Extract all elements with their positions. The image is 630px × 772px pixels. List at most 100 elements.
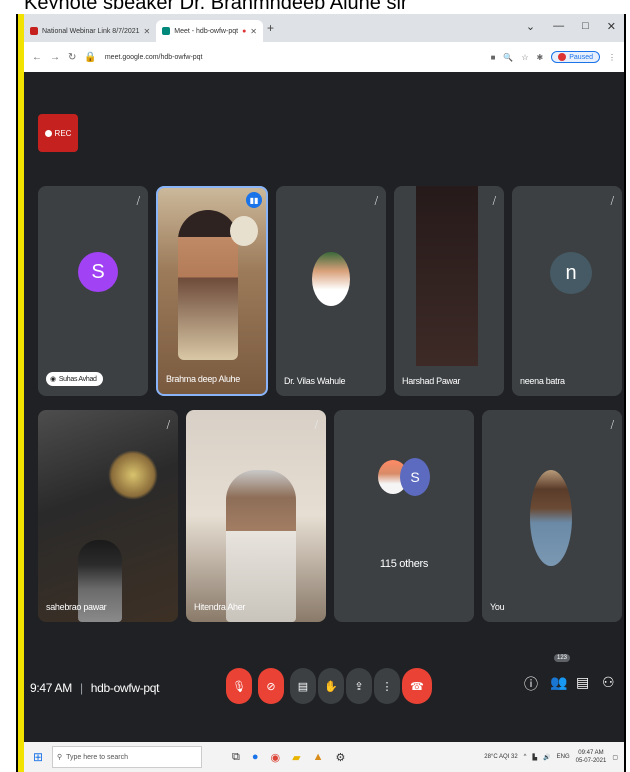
camera-toggle-button[interactable]: ⊘ xyxy=(258,668,284,704)
screen: National Webinar Link 8/7/2021 ✕ Meet - … xyxy=(24,14,624,772)
participant-tile-self[interactable]: ⧸ You xyxy=(482,410,622,622)
meeting-code: hdb-owfw-pqt xyxy=(90,681,160,695)
people-icon[interactable]: 👥 xyxy=(550,674,567,691)
recording-indicator: REC xyxy=(38,114,78,152)
browser-tab-bar: National Webinar Link 8/7/2021 ✕ Meet - … xyxy=(24,14,624,42)
mic-toggle-button[interactable]: 🎙 xyxy=(226,668,252,704)
task-view-icon[interactable]: ⧉ xyxy=(232,751,240,764)
window-controls: ⌄ — □ ✕ xyxy=(526,20,616,33)
avatar: S xyxy=(78,252,118,292)
pin-icon: ◉ xyxy=(50,376,56,383)
leave-call-button[interactable]: ☎ xyxy=(402,668,432,704)
wall-art-image xyxy=(108,450,158,500)
vlc-icon[interactable]: ▲ xyxy=(313,751,324,764)
language-indicator[interactable]: ENG xyxy=(557,754,570,760)
participants-overflow-tile[interactable]: S 115 others xyxy=(334,410,474,622)
taskbar-search[interactable]: ⚲ Type here to search xyxy=(52,746,202,768)
address-bar-actions: ■ 🔍 ☆ ✱ Paused ⋮ xyxy=(491,51,616,63)
search-icon: ⚲ xyxy=(57,754,63,761)
url-field[interactable]: meet.google.com/hdb-owfw-pqt xyxy=(105,54,483,61)
menu-icon[interactable]: ⋮ xyxy=(608,53,616,62)
present-button[interactable]: ⇪ xyxy=(346,668,372,704)
participant-name: ◉ Suhas Avhad xyxy=(46,372,103,386)
close-icon[interactable]: ✕ xyxy=(250,27,257,36)
minimize-button[interactable]: — xyxy=(553,20,564,33)
tab-webinar-link[interactable]: National Webinar Link 8/7/2021 ✕ xyxy=(24,20,156,42)
participant-name: Harshad Pawar xyxy=(402,376,461,386)
more-options-button[interactable]: ⋮ xyxy=(374,668,400,704)
taskbar-apps: ⧉ ● ◉ ▰ ▲ ⚙ xyxy=(232,751,345,764)
present-icon: ⇪ xyxy=(354,680,364,693)
avatar: S xyxy=(400,458,430,496)
record-dot-icon xyxy=(44,129,52,137)
image-caption: Keynote speaker Dr. Brahmhdeep Aluhe sir xyxy=(0,0,630,9)
participant-name: neena batra xyxy=(520,376,565,386)
more-vert-icon: ⋮ xyxy=(381,680,393,693)
reload-icon[interactable]: ↻ xyxy=(68,52,76,63)
zoom-icon[interactable]: 🔍 xyxy=(503,53,513,62)
participant-tile[interactable]: ⧸ Harshad Pawar xyxy=(394,186,504,396)
system-tray: 28°C AQI 32 ^ ▙ 🔊 ENG 09:47 AM 05-07-202… xyxy=(484,749,624,765)
recording-dot-icon: ● xyxy=(242,27,247,35)
others-count-label: 115 others xyxy=(379,558,429,570)
chevron-down-icon[interactable]: ⌄ xyxy=(526,20,535,33)
separator: | xyxy=(79,681,83,695)
mic-off-icon: ⧸ xyxy=(136,196,140,207)
tab-meet[interactable]: Meet - hdb-owfw-pqt ● ✕ xyxy=(156,20,263,42)
participant-name-label: Suhas Avhad xyxy=(58,375,97,383)
meeting-details: 9:47 AM | hdb-owfw-pqt xyxy=(30,681,160,695)
participant-tile-speaking[interactable]: ▮▮ Brahma deep Aluhe xyxy=(156,186,268,396)
participant-tile[interactable]: ⧸ sahebrao pawar xyxy=(38,410,178,622)
windows-taskbar: ⊞ ⚲ Type here to search ⧉ ● ◉ ▰ ▲ ⚙ 28°C… xyxy=(24,742,624,772)
info-icon[interactable]: ⓘ xyxy=(524,674,538,694)
hangup-icon: ☎ xyxy=(410,680,424,693)
weather-status[interactable]: 28°C AQI 32 xyxy=(484,754,517,760)
star-icon[interactable]: ☆ xyxy=(521,53,528,62)
people-count-badge: 123 xyxy=(554,654,571,662)
participant-tile[interactable]: ⧸ S ◉ Suhas Avhad xyxy=(38,186,148,396)
chrome-icon[interactable]: ◉ xyxy=(271,751,281,764)
paused-label: Paused xyxy=(569,53,593,61)
address-bar: ← → ↻ 🔒 meet.google.com/hdb-owfw-pqt ■ 🔍… xyxy=(24,42,624,72)
participant-name: Hitendra Aher xyxy=(194,602,246,612)
chat-icon[interactable]: ▤ xyxy=(576,674,589,691)
hand-icon: ✋ xyxy=(324,680,338,693)
participant-name: You xyxy=(490,602,505,612)
participant-tile[interactable]: ⧸ Hitendra Aher xyxy=(186,410,326,622)
settings-gear-icon[interactable]: ⚙ xyxy=(335,751,345,764)
new-tab-button[interactable]: + xyxy=(267,21,274,35)
camera-off-icon: ⊘ xyxy=(266,680,276,693)
maximize-button[interactable]: □ xyxy=(582,20,589,33)
speaking-indicator-icon: ▮▮ xyxy=(246,192,262,208)
tab-label: Meet - hdb-owfw-pqt xyxy=(174,27,239,35)
participant-tile[interactable]: ⧸ n neena batra xyxy=(512,186,622,396)
forward-icon[interactable]: → xyxy=(50,52,60,63)
notifications-icon[interactable]: ▢ xyxy=(612,754,618,761)
taskbar-clock[interactable]: 09:47 AM 05-07-2021 xyxy=(576,749,607,765)
participant-name: sahebrao pawar xyxy=(46,602,107,612)
profile-paused-button[interactable]: Paused xyxy=(551,51,600,63)
close-window-button[interactable]: ✕ xyxy=(607,20,616,33)
avatar xyxy=(558,53,567,61)
network-icon[interactable]: ▙ xyxy=(533,754,538,761)
clock-time: 09:47 AM xyxy=(578,750,604,756)
frame-border-right xyxy=(624,14,626,772)
volume-icon[interactable]: 🔊 xyxy=(543,754,550,761)
extensions-icon[interactable]: ✱ xyxy=(537,53,544,62)
raise-hand-button[interactable]: ✋ xyxy=(318,668,344,704)
edge-icon[interactable]: ● xyxy=(252,751,259,764)
captions-button[interactable]: ▤ xyxy=(290,668,316,704)
activities-icon[interactable]: ⚇ xyxy=(602,674,615,691)
mic-off-icon: ⧸ xyxy=(374,196,378,207)
participant-video xyxy=(416,186,478,366)
close-icon[interactable]: ✕ xyxy=(144,27,151,36)
chevron-up-icon[interactable]: ^ xyxy=(524,754,527,760)
camera-icon[interactable]: ■ xyxy=(491,53,496,62)
back-icon[interactable]: ← xyxy=(32,52,42,63)
avatar: n xyxy=(550,252,592,294)
participant-name: Dr. Vilas Wahule xyxy=(284,376,346,386)
participant-tile[interactable]: ⧸ Dr. Vilas Wahule xyxy=(276,186,386,396)
windows-start-icon[interactable]: ⊞ xyxy=(24,750,52,764)
poster-image xyxy=(230,216,258,246)
file-explorer-icon[interactable]: ▰ xyxy=(292,751,300,764)
